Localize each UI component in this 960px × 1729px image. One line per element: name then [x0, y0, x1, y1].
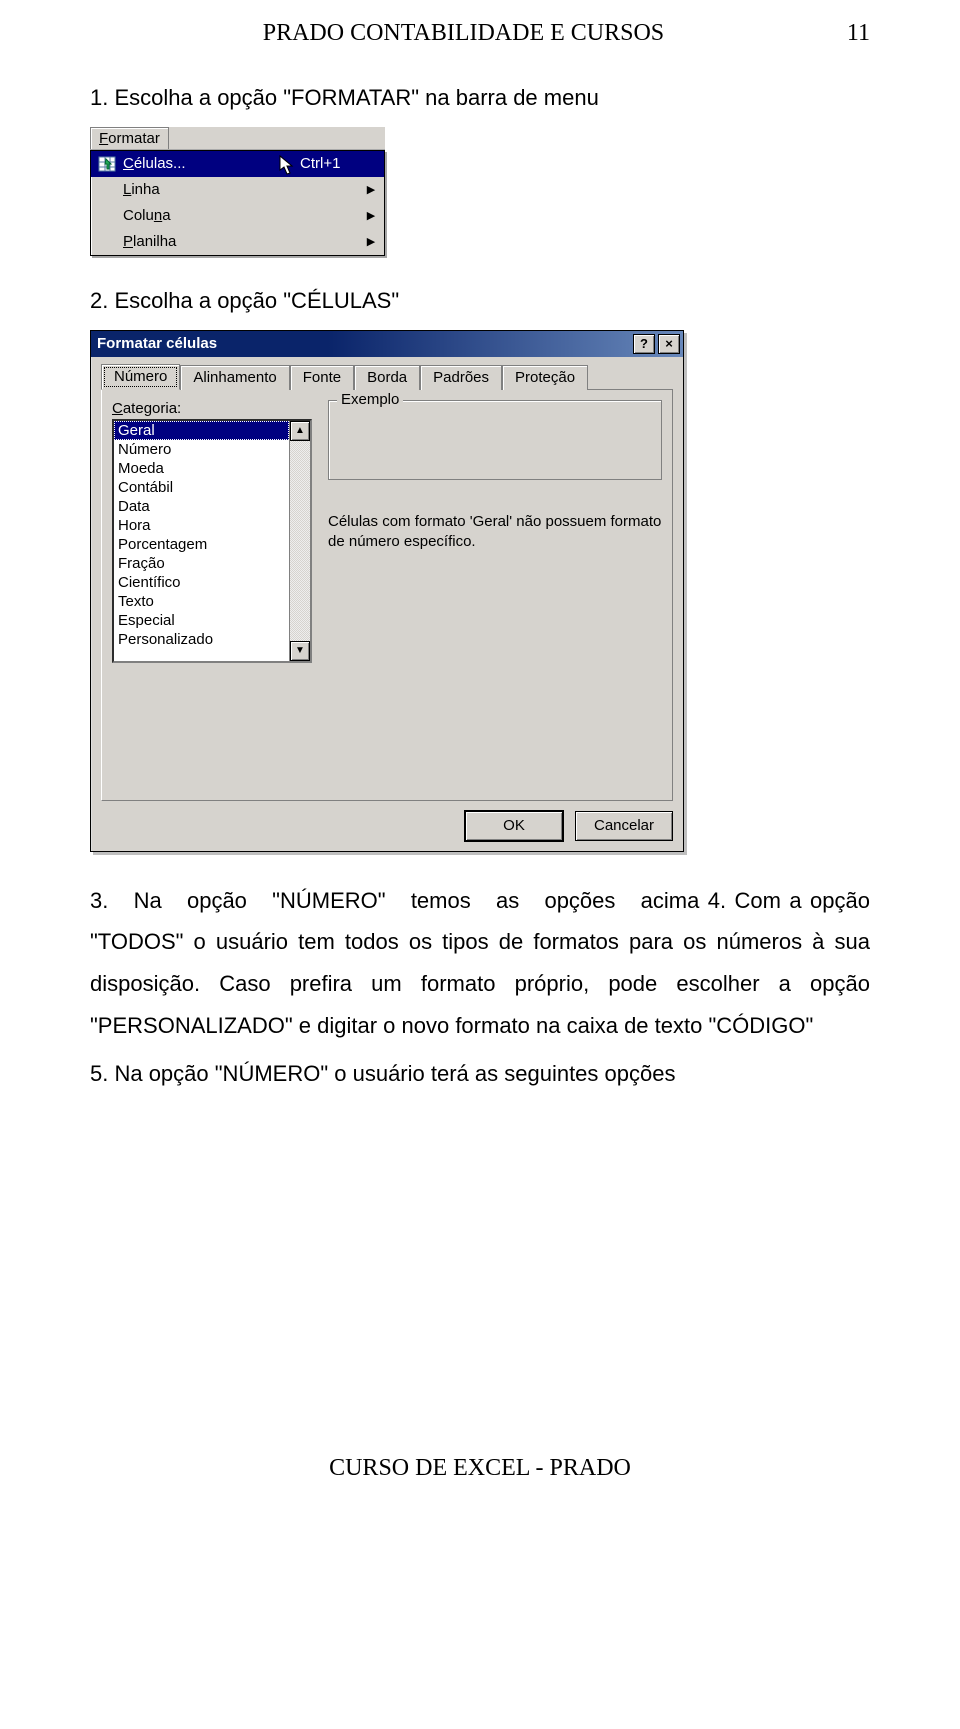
menu-item-label: Coluna	[119, 207, 296, 224]
list-item[interactable]: Porcentagem	[114, 535, 289, 554]
help-button[interactable]: ?	[633, 334, 655, 354]
example-label: Exemplo	[337, 391, 403, 408]
menu-item-column[interactable]: Coluna ▶	[91, 203, 384, 229]
cells-icon	[95, 156, 119, 172]
close-button[interactable]: ×	[658, 334, 680, 354]
cancel-button[interactable]: Cancelar	[575, 811, 673, 841]
list-item[interactable]: Fração	[114, 554, 289, 573]
format-cells-dialog: Formatar células ? × Número Alinhamento …	[90, 330, 684, 852]
ok-button[interactable]: OK	[465, 811, 563, 841]
list-item[interactable]: Personalizado	[114, 630, 289, 649]
step-2-text: 2. Escolha a opção "CÉLULAS"	[90, 280, 870, 322]
list-item[interactable]: Moeda	[114, 459, 289, 478]
dialog-title: Formatar células	[97, 335, 217, 352]
list-item[interactable]: Data	[114, 497, 289, 516]
tab-font[interactable]: Fonte	[290, 365, 354, 390]
tab-border[interactable]: Borda	[354, 365, 420, 390]
tab-protection[interactable]: Proteção	[502, 365, 588, 390]
scroll-track[interactable]	[290, 441, 310, 641]
category-label: Categoria:	[112, 400, 312, 417]
list-item[interactable]: Contábil	[114, 478, 289, 497]
list-item[interactable]: Geral	[114, 421, 289, 440]
chevron-right-icon: ▶	[364, 235, 378, 248]
list-item[interactable]: Hora	[114, 516, 289, 535]
doc-title: PRADO CONTABILIDADE E CURSOS	[90, 20, 837, 47]
category-listbox[interactable]: Geral Número Moeda Contábil Data Hora Po…	[112, 419, 312, 663]
tab-number[interactable]: Número	[101, 364, 180, 390]
dialog-tabs: Número Alinhamento Fonte Borda Padrões P…	[101, 363, 673, 390]
page-footer: CURSO DE EXCEL - PRADO	[90, 1455, 870, 1482]
menu-item-shortcut: Ctrl+1	[296, 155, 364, 172]
menu-item-label: Planilha	[119, 233, 296, 250]
scrollbar[interactable]: ▲ ▼	[289, 421, 310, 661]
scroll-up-icon[interactable]: ▲	[290, 421, 310, 441]
menu-item-row[interactable]: Linha ▶	[91, 177, 384, 203]
chevron-right-icon: ▶	[364, 183, 378, 196]
tab-patterns[interactable]: Padrões	[420, 365, 502, 390]
list-item[interactable]: Científico	[114, 573, 289, 592]
step-5-text: 5. Na opção "NÚMERO" o usuário terá as s…	[90, 1053, 870, 1095]
tab-alignment[interactable]: Alinhamento	[180, 365, 289, 390]
menu-bar-format[interactable]: Formatar	[90, 127, 169, 149]
menu-bar-label: Formatar	[99, 130, 160, 147]
page-header: PRADO CONTABILIDADE E CURSOS 11	[90, 20, 870, 47]
list-item[interactable]: Número	[114, 440, 289, 459]
step-3-text: 3. Na opção "NÚMERO" temos as opções aci…	[90, 888, 699, 913]
format-menu: Formatar Células... Ctrl+1 Linha ▶	[90, 127, 385, 256]
menu-item-label: Células...	[119, 155, 296, 172]
list-item[interactable]: Especial	[114, 611, 289, 630]
menu-item-sheet[interactable]: Planilha ▶	[91, 229, 384, 255]
scroll-down-icon[interactable]: ▼	[290, 641, 310, 661]
menu-item-label: Linha	[119, 181, 296, 198]
chevron-right-icon: ▶	[364, 209, 378, 222]
dialog-titlebar[interactable]: Formatar células ? ×	[91, 331, 683, 357]
example-groupbox: Exemplo	[328, 400, 662, 480]
menu-item-cells[interactable]: Células... Ctrl+1	[91, 151, 384, 177]
step-1-text: 1. Escolha a opção "FORMATAR" na barra d…	[90, 77, 870, 119]
list-item[interactable]: Texto	[114, 592, 289, 611]
page-number: 11	[847, 20, 870, 47]
category-description: Células com formato 'Geral' não possuem …	[328, 512, 662, 553]
